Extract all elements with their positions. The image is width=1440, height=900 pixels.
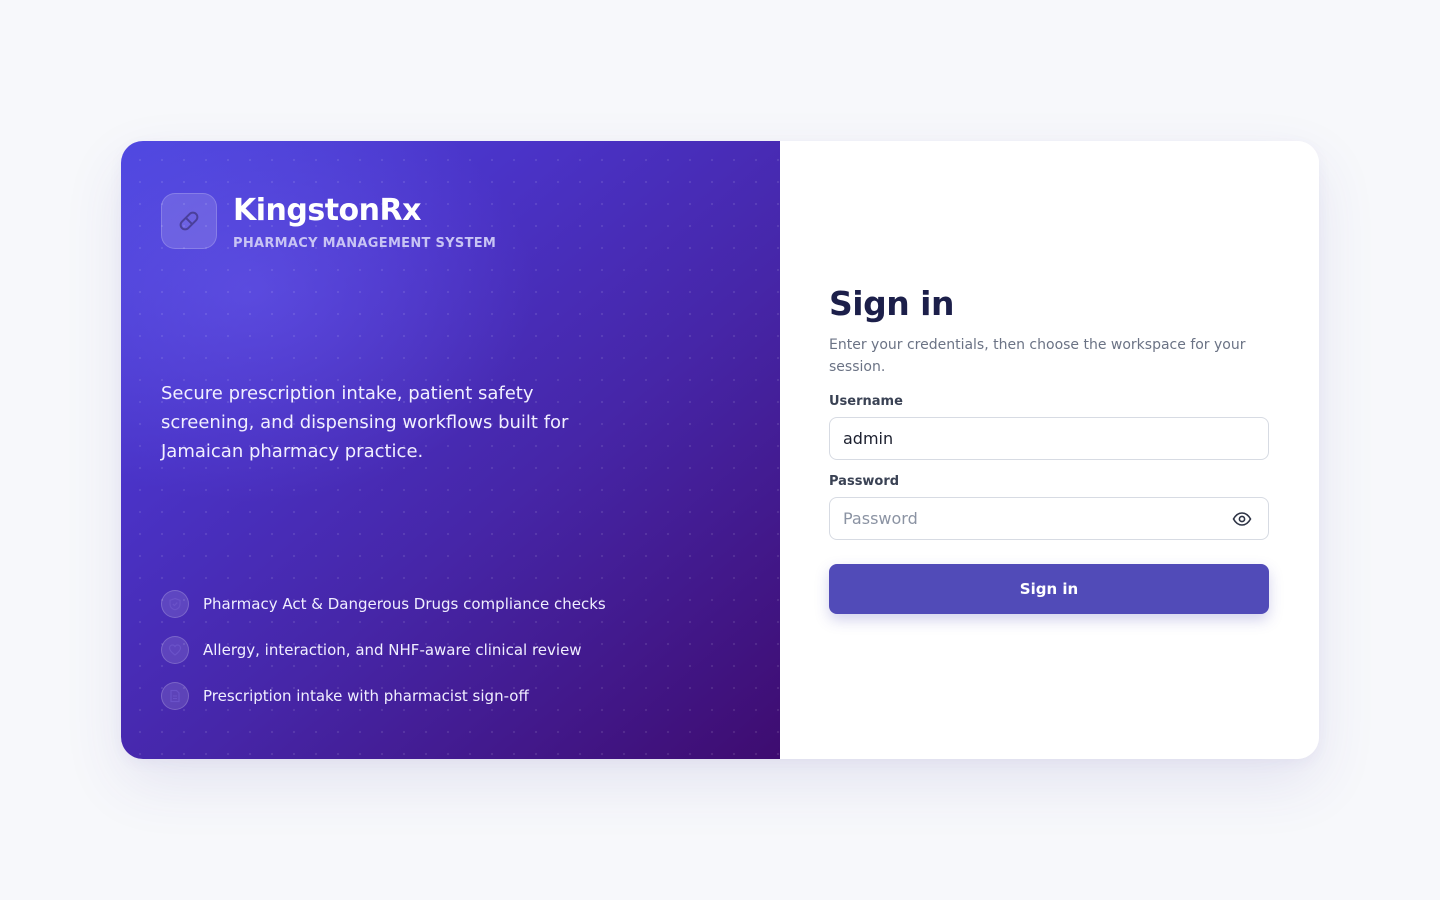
app-name: KingstonRx bbox=[233, 193, 421, 228]
signin-title: Sign in bbox=[829, 284, 955, 323]
signin-form: Sign in Enter your credentials, then cho… bbox=[829, 285, 1269, 614]
brand-panel: KingstonRx PHARMACY MANAGEMENT SYSTEM Se… bbox=[121, 141, 780, 759]
password-input[interactable] bbox=[829, 497, 1269, 540]
brand-header: KingstonRx PHARMACY MANAGEMENT SYSTEM bbox=[161, 193, 496, 251]
password-wrapper bbox=[829, 497, 1269, 540]
hero-tagline: Secure prescription intake, patient safe… bbox=[161, 383, 569, 462]
feature-item: Allergy, interaction, and NHF-aware clin… bbox=[161, 636, 606, 664]
feature-label: Prescription intake with pharmacist sign… bbox=[203, 687, 529, 705]
login-card: KingstonRx PHARMACY MANAGEMENT SYSTEM Se… bbox=[121, 141, 1319, 759]
feature-item: Pharmacy Act & Dangerous Drugs complianc… bbox=[161, 590, 606, 618]
username-label: Username bbox=[829, 394, 903, 409]
username-wrapper bbox=[829, 417, 1269, 460]
eye-icon[interactable] bbox=[1231, 508, 1253, 530]
password-label: Password bbox=[829, 474, 900, 489]
signin-button[interactable]: Sign in bbox=[829, 564, 1269, 614]
feature-label: Allergy, interaction, and NHF-aware clin… bbox=[203, 641, 582, 659]
app-subtitle: PHARMACY MANAGEMENT SYSTEM bbox=[233, 236, 497, 251]
feature-label: Pharmacy Act & Dangerous Drugs complianc… bbox=[203, 595, 606, 613]
feature-list: Pharmacy Act & Dangerous Drugs complianc… bbox=[161, 590, 606, 728]
shield-check-icon bbox=[161, 590, 189, 618]
signin-panel: Sign in Enter your credentials, then cho… bbox=[780, 141, 1319, 759]
document-icon bbox=[161, 682, 189, 710]
username-input[interactable] bbox=[829, 417, 1269, 460]
pill-icon bbox=[161, 193, 217, 249]
heart-icon bbox=[161, 636, 189, 664]
feature-item: Prescription intake with pharmacist sign… bbox=[161, 682, 606, 710]
signin-subtitle: Enter your credentials, then choose the … bbox=[829, 337, 1246, 375]
